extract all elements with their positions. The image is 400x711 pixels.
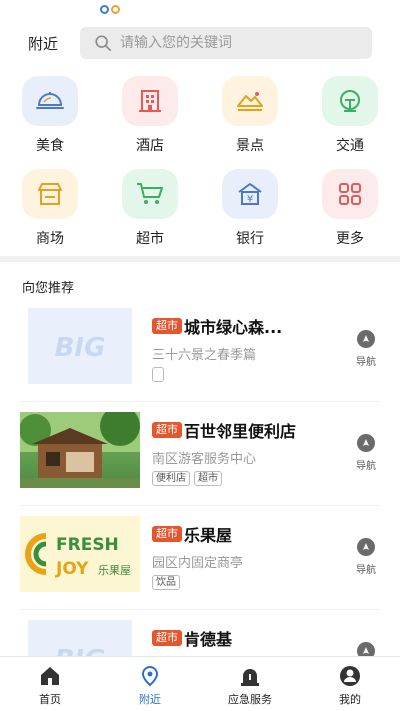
navigate-label: 导航 [356,357,376,368]
item-info: 超市 城市绿心森... 三十六景之春季篇 [152,314,327,382]
category-more[interactable]: 更多 [300,169,400,248]
tab-home[interactable]: 首页 [0,657,100,711]
search-input[interactable] [120,35,360,51]
top-header: 附近 [0,26,400,60]
tab-label: 附近 [139,693,161,706]
category-transport[interactable]: 交通 [300,76,400,155]
type-tag: 超市 [152,422,182,438]
category-scenic[interactable]: 景点 [200,76,300,155]
category-label: 酒店 [136,138,164,154]
navigate-button[interactable]: 导航 [356,434,376,472]
thumbnail-image: FRESH JOY 乐果屋 [20,516,140,592]
home-icon [41,667,59,685]
navigate-icon [357,538,375,556]
item-name: 肯德基 [184,630,233,649]
section-divider [0,256,400,262]
tab-label: 我的 [339,693,361,706]
more-icon [322,169,378,219]
big-logo-text: BIG [55,333,106,363]
category-bank[interactable]: ¥ 银行 [200,169,300,248]
bank-icon: ¥ [222,169,278,219]
item-subtitle: 三十六景之春季篇 [152,348,257,363]
tab-label: 应急服务 [228,693,272,706]
fresh-cn-text: 乐果屋 [98,564,131,577]
navigate-button[interactable]: 导航 [356,538,376,576]
section-title: 向您推荐 [22,281,75,296]
emergency-icon [241,669,259,686]
category-supermarket[interactable]: 超市 [100,169,200,248]
category-label: 银行 [236,231,264,247]
tab-emergency[interactable]: 应急服务 [200,657,300,711]
tab-profile[interactable]: 我的 [300,657,400,711]
type-tag: 超市 [152,526,182,542]
item-chip: 便利店 [152,471,190,486]
bottom-tab-bar: 首页 附近 应急服务 我的 [0,656,400,711]
profile-icon [340,666,360,686]
category-label: 美食 [36,138,64,154]
thumbnail-image: BIG [28,308,132,384]
item-subtitle: 园区内固定商亭 [152,556,244,571]
status-bar [0,0,400,22]
item-name: 百世邻里便利店 [184,422,297,441]
item-info: 超市 乐果屋 园区内固定商亭 饮品 [152,522,327,590]
svg-text:¥: ¥ [247,194,253,205]
thumbnail-image [20,412,140,488]
category-grid: 美食 酒店 景点 交通 商场 超市 ¥ 银行 更多 [0,76,400,248]
search-box[interactable] [80,27,372,59]
item-name: 乐果屋 [184,526,233,545]
navigate-button[interactable]: 导航 [356,330,376,368]
food-icon [22,76,78,126]
navigate-icon [357,330,375,348]
navigate-icon [357,434,375,452]
category-mall[interactable]: 商场 [0,169,100,248]
navigate-label: 导航 [356,461,376,472]
tab-nearby[interactable]: 附近 [100,657,200,711]
nearby-location-icon [141,665,159,687]
list-item[interactable]: FRESH JOY 乐果屋 超市 乐果屋 园区内固定商亭 饮品 导航 [20,506,380,610]
hotel-icon [122,76,178,126]
category-food[interactable]: 美食 [0,76,100,155]
item-chip: 超市 [194,471,222,486]
mall-icon [22,169,78,219]
joy-text: JOY [55,559,89,579]
search-icon [95,35,112,52]
category-label: 超市 [136,231,164,247]
fresh-text: FRESH [56,535,119,555]
cart-icon [122,169,178,219]
category-hotel[interactable]: 酒店 [100,76,200,155]
item-info: 超市 百世邻里便利店 南区游客服务中心 便利店 超市 [152,418,327,486]
item-name: 城市绿心森... [184,318,283,337]
item-chip [152,367,164,382]
navigate-label: 导航 [356,565,376,576]
location-label[interactable]: 附近 [28,33,80,54]
category-label: 景点 [236,138,264,154]
item-info: 超市 肯德基 [152,626,327,650]
transport-icon [322,76,378,126]
scenic-icon [222,76,278,126]
status-app-icon [100,5,120,14]
type-tag: 超市 [152,318,182,334]
item-subtitle: 南区游客服务中心 [152,452,257,467]
tab-label: 首页 [39,693,61,706]
category-label: 商场 [36,231,64,247]
category-label: 更多 [336,231,364,247]
list-item[interactable]: 超市 百世邻里便利店 南区游客服务中心 便利店 超市 导航 [20,402,380,506]
category-label: 交通 [336,138,364,154]
recommend-list: BIG 超市 城市绿心森... 三十六景之春季篇 导航 超市 百世邻里便利店 南… [0,298,400,711]
list-item[interactable]: BIG 超市 城市绿心森... 三十六景之春季篇 导航 [20,298,380,402]
type-tag: 超市 [152,630,182,646]
item-chip: 饮品 [152,575,180,590]
